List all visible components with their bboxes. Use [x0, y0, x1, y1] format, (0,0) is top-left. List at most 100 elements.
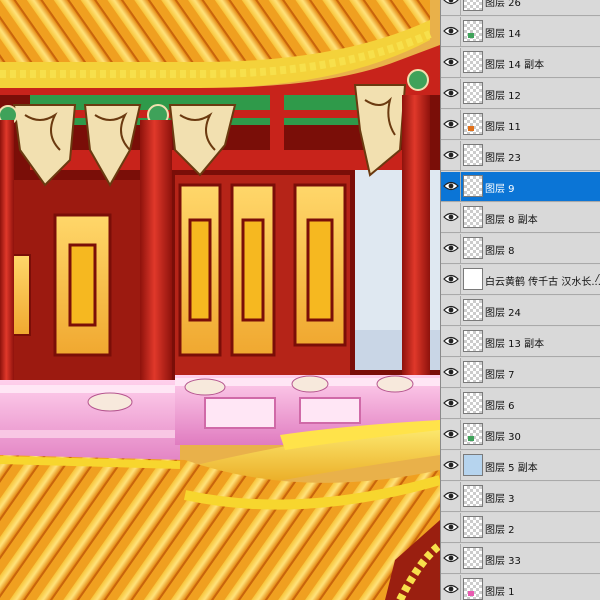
layer-thumbnail	[463, 361, 483, 383]
layer-name: 图层 9	[485, 184, 515, 195]
layer-thumbnail	[463, 392, 483, 414]
thumbnail-content-icon	[464, 455, 482, 475]
layer-visibility-toggle[interactable]	[441, 48, 461, 78]
layer-name: 图层 12	[485, 91, 521, 102]
eye-icon	[443, 522, 459, 532]
eye-icon	[443, 26, 459, 36]
layer-visibility-toggle[interactable]	[441, 110, 461, 140]
layer-row[interactable]: 图层 1	[441, 575, 600, 600]
layer-visibility-toggle[interactable]	[441, 265, 461, 295]
layer-visibility-toggle[interactable]	[441, 172, 461, 202]
layer-name: 图层 1	[485, 587, 515, 598]
layer-visibility-toggle[interactable]	[441, 451, 461, 481]
layer-visibility-toggle[interactable]	[441, 513, 461, 543]
layer-thumbnail	[463, 144, 483, 166]
layer-visibility-toggle[interactable]	[441, 420, 461, 450]
layer-row[interactable]: 白云黄鹤 传千古 汉水长... /	[441, 265, 600, 295]
layer-row[interactable]: 图层 12	[441, 79, 600, 109]
layer-name: 图层 26	[485, 0, 521, 9]
layer-row[interactable]: 图层 24	[441, 296, 600, 326]
layer-thumbnail	[463, 206, 483, 228]
layer-row[interactable]: 图层 26	[441, 0, 600, 16]
eye-icon	[443, 57, 459, 67]
layer-thumbnail	[463, 20, 483, 42]
layer-visibility-toggle[interactable]	[441, 389, 461, 419]
text-layer-thumbnail	[463, 268, 483, 290]
layer-visibility-toggle[interactable]	[441, 0, 461, 16]
layer-row[interactable]: 图层 8	[441, 234, 600, 264]
layer-row[interactable]: 图层 33	[441, 544, 600, 574]
layer-thumbnail	[463, 51, 483, 73]
eye-icon	[443, 491, 459, 501]
layer-visibility-toggle[interactable]	[441, 544, 461, 574]
layer-name: 图层 30	[485, 432, 521, 443]
layer-row[interactable]: 图层 14	[441, 17, 600, 47]
eye-icon	[443, 398, 459, 408]
eye-icon	[443, 553, 459, 563]
layer-name: 图层 5 副本	[485, 463, 538, 474]
eye-icon	[443, 305, 459, 315]
layer-visibility-toggle[interactable]	[441, 482, 461, 512]
layer-thumbnail	[463, 237, 483, 259]
layer-thumbnail	[463, 0, 483, 11]
layer-row[interactable]: 图层 13 副本	[441, 327, 600, 357]
layer-thumbnail	[463, 82, 483, 104]
layer-visibility-toggle[interactable]	[441, 79, 461, 109]
eye-icon	[443, 274, 459, 284]
layer-name: 图层 14 副本	[485, 60, 545, 71]
thumbnail-content-icon	[468, 126, 474, 131]
layer-visibility-toggle[interactable]	[441, 203, 461, 233]
layer-thumbnail	[463, 299, 483, 321]
layer-name: 图层 7	[485, 370, 515, 381]
layer-name: 图层 11	[485, 122, 521, 133]
layer-name: 图层 14	[485, 29, 521, 40]
eye-icon	[443, 429, 459, 439]
layer-visibility-toggle[interactable]	[441, 234, 461, 264]
eye-icon	[443, 336, 459, 346]
layer-thumbnail	[463, 454, 483, 476]
layer-thumbnail	[463, 485, 483, 507]
layer-name: 图层 3	[485, 494, 515, 505]
layer-row[interactable]: 图层 8 副本	[441, 203, 600, 233]
layer-thumbnail	[463, 578, 483, 600]
layer-thumbnail	[463, 113, 483, 135]
eye-icon	[443, 150, 459, 160]
eye-icon	[443, 212, 459, 222]
eye-icon	[443, 243, 459, 253]
layer-row[interactable]: 图层 23	[441, 141, 600, 171]
eye-icon	[443, 0, 459, 5]
layer-style-icon[interactable]: /	[596, 273, 599, 284]
layer-name: 图层 8	[485, 246, 515, 257]
layer-row[interactable]: 图层 9	[441, 172, 600, 202]
layer-row[interactable]: 图层 30	[441, 420, 600, 450]
eye-icon	[443, 584, 459, 594]
eye-icon	[443, 181, 459, 191]
layer-row[interactable]: 图层 14 副本	[441, 48, 600, 78]
layer-visibility-toggle[interactable]	[441, 358, 461, 388]
layer-row[interactable]: 图层 2	[441, 513, 600, 543]
layer-row[interactable]: 图层 7	[441, 358, 600, 388]
eye-icon	[443, 460, 459, 470]
layer-name: 白云黄鹤 传千古 汉水长...	[485, 277, 600, 288]
layer-visibility-toggle[interactable]	[441, 575, 461, 600]
layer-thumbnail	[463, 330, 483, 352]
layer-visibility-toggle[interactable]	[441, 141, 461, 171]
layer-name: 图层 24	[485, 308, 521, 319]
layer-row[interactable]: 图层 11	[441, 110, 600, 140]
layer-name: 图层 23	[485, 153, 521, 164]
layer-name: 图层 2	[485, 525, 515, 536]
layer-visibility-toggle[interactable]	[441, 327, 461, 357]
layer-visibility-toggle[interactable]	[441, 17, 461, 47]
layer-name: 图层 13 副本	[485, 339, 545, 350]
document-canvas[interactable]	[0, 0, 440, 600]
thumbnail-content-icon	[468, 33, 474, 38]
layer-row[interactable]: 图层 6	[441, 389, 600, 419]
layer-visibility-toggle[interactable]	[441, 296, 461, 326]
layer-thumbnail	[463, 175, 483, 197]
layers-panel: 图层 26 图层 14 图层 14 副本 图层 12 图层 11 图层 23 图层 9 图层 …	[440, 0, 600, 600]
layer-name: 图层 6	[485, 401, 515, 412]
eye-icon	[443, 367, 459, 377]
thumbnail-content-icon	[468, 436, 474, 441]
layer-row[interactable]: 图层 3	[441, 482, 600, 512]
layer-row[interactable]: 图层 5 副本	[441, 451, 600, 481]
